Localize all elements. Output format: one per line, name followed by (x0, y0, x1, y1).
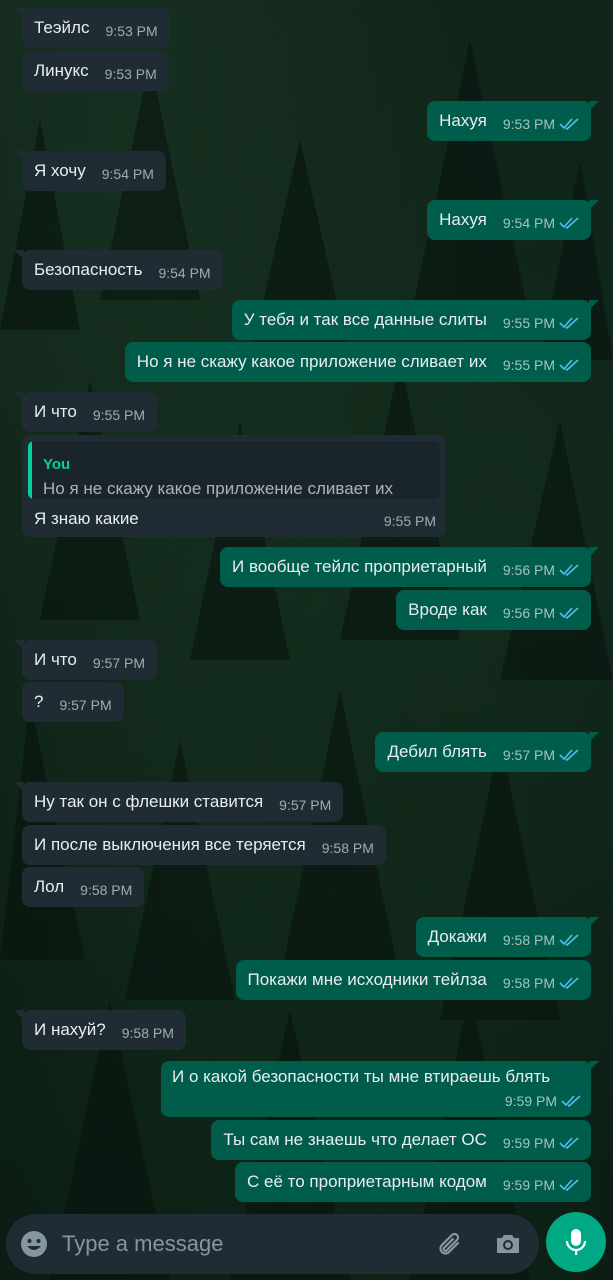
double-check-icon (559, 977, 579, 989)
message-time: 9:56 PM (502, 562, 555, 578)
message-time: 9:53 PM (502, 116, 555, 132)
message-text: И что (34, 402, 77, 421)
message-incoming[interactable]: Лол 9:58 PM (22, 867, 145, 907)
double-check-icon (559, 217, 579, 229)
double-check-icon (559, 934, 579, 946)
double-check-icon (559, 1137, 579, 1149)
message-time: 9:58 PM (502, 932, 555, 948)
quote-accent-bar (28, 441, 32, 499)
message-incoming[interactable]: Теэйлс 9:53 PM (14, 8, 170, 48)
message-time: 9:55 PM (502, 315, 555, 331)
double-check-icon (559, 564, 579, 576)
message-text: Но я не скажу какое приложение сливает и… (136, 352, 487, 371)
message-outgoing[interactable]: Нахуя 9:53 PM (427, 101, 599, 141)
message-text: И после выключения все теряется (34, 835, 306, 854)
message-text: Ты сам не знаешь что делает ОС (223, 1130, 487, 1149)
message-text: И нахуй? (34, 1020, 106, 1039)
double-check-icon (559, 359, 579, 371)
message-time: 9:59 PM (502, 1135, 555, 1151)
message-incoming[interactable]: Я хочу 9:54 PM (14, 151, 166, 191)
message-text: Дебил блять (387, 742, 487, 761)
message-incoming-with-reply[interactable]: You Но я не скажу какое приложение слива… (22, 435, 446, 537)
voice-message-button[interactable] (546, 1212, 606, 1272)
message-outgoing[interactable]: И вообще тейлс проприетарный 9:56 PM (220, 547, 599, 587)
quoted-message[interactable]: You Но я не скажу какое приложение слива… (28, 441, 440, 499)
message-time: 9:57 PM (502, 747, 555, 763)
message-text: Нахуя (439, 111, 487, 130)
message-text: Докажи (427, 927, 487, 946)
double-check-icon (559, 118, 579, 130)
message-time: 9:58 PM (321, 840, 374, 856)
message-text: Я хочу (34, 161, 86, 180)
message-text: ? (34, 692, 44, 711)
message-text: Теэйлс (34, 18, 90, 37)
message-time: 9:57 PM (279, 797, 332, 813)
message-text: Нахуя (439, 210, 487, 229)
message-incoming[interactable]: Линукс 9:53 PM (22, 51, 169, 91)
attach-icon[interactable] (436, 1230, 466, 1260)
double-check-icon (559, 1179, 579, 1191)
message-incoming[interactable]: ? 9:57 PM (22, 682, 124, 722)
message-time: 9:54 PM (502, 215, 555, 231)
message-time: 9:59 PM (502, 1177, 555, 1193)
message-time: 9:55 PM (502, 357, 555, 373)
message-time: 9:58 PM (121, 1025, 174, 1041)
message-text: Ну так он с флешки ставится (34, 792, 264, 811)
message-time: 9:57 PM (92, 655, 145, 671)
message-time: 9:57 PM (59, 697, 112, 713)
message-time: 9:56 PM (502, 605, 555, 621)
message-text: И о какой безопасности ты мне втираешь б… (172, 1067, 551, 1086)
message-incoming[interactable]: И после выключения все теряется 9:58 PM (22, 825, 386, 865)
message-text: Лол (34, 877, 65, 896)
message-outgoing[interactable]: Нахуя 9:54 PM (427, 200, 599, 240)
camera-icon[interactable] (494, 1230, 522, 1258)
message-text: Безопасность (34, 260, 143, 279)
message-outgoing[interactable]: Ты сам не знаешь что делает ОС 9:59 PM (211, 1120, 591, 1160)
message-incoming[interactable]: Ну так он с флешки ставится 9:57 PM (13, 782, 344, 822)
message-text: У тебя и так все данные слиты (243, 310, 487, 329)
message-incoming[interactable]: И что 9:55 PM (14, 392, 157, 432)
double-check-icon (561, 1095, 581, 1107)
message-incoming[interactable]: И нахуй? 9:58 PM (14, 1010, 186, 1050)
message-text: Я знаю какие (34, 509, 139, 528)
message-text: Покажи мне исходники тейлза (247, 970, 487, 989)
message-time: 9:55 PM (92, 407, 145, 423)
message-time: 9:58 PM (502, 975, 555, 991)
message-outgoing[interactable]: Дебил блять 9:57 PM (375, 732, 599, 772)
message-text: И вообще тейлс проприетарный (232, 557, 487, 576)
message-time: 9:53 PM (104, 66, 157, 82)
message-text: И что (34, 650, 77, 669)
message-time: 9:55 PM (383, 513, 436, 529)
double-check-icon (559, 749, 579, 761)
message-outgoing[interactable]: Докажи 9:58 PM (415, 917, 600, 957)
message-text: С её то проприетарным кодом (247, 1172, 487, 1191)
double-check-icon (559, 317, 579, 329)
message-composer (6, 1214, 539, 1274)
message-text: Вроде как (408, 600, 487, 619)
message-outgoing[interactable]: Но я не скажу какое приложение сливает и… (124, 342, 591, 382)
message-outgoing[interactable]: У тебя и так все данные слиты 9:55 PM (231, 300, 600, 340)
message-outgoing[interactable]: И о какой безопасности ты мне втираешь б… (161, 1061, 599, 1117)
message-outgoing[interactable]: Вроде как 9:56 PM (396, 590, 591, 630)
message-incoming[interactable]: И что 9:57 PM (14, 640, 157, 680)
message-time: 9:58 PM (80, 882, 133, 898)
quote-text: Но я не скажу какое приложение сливает и… (43, 479, 394, 498)
message-outgoing[interactable]: С её то проприетарным кодом 9:59 PM (235, 1162, 591, 1202)
mic-icon (565, 1229, 587, 1255)
emoji-icon[interactable] (20, 1230, 48, 1258)
double-check-icon (559, 607, 579, 619)
message-input[interactable] (62, 1228, 422, 1260)
message-time: 9:54 PM (101, 166, 154, 182)
message-time: 9:53 PM (105, 23, 158, 39)
message-time: 9:59 PM (504, 1093, 557, 1109)
quote-author: You (43, 456, 71, 473)
message-incoming[interactable]: Безопасность 9:54 PM (14, 250, 223, 290)
message-text: Линукс (34, 61, 89, 80)
message-outgoing[interactable]: Покажи мне исходники тейлза 9:58 PM (235, 960, 591, 1000)
message-time: 9:54 PM (158, 265, 211, 281)
